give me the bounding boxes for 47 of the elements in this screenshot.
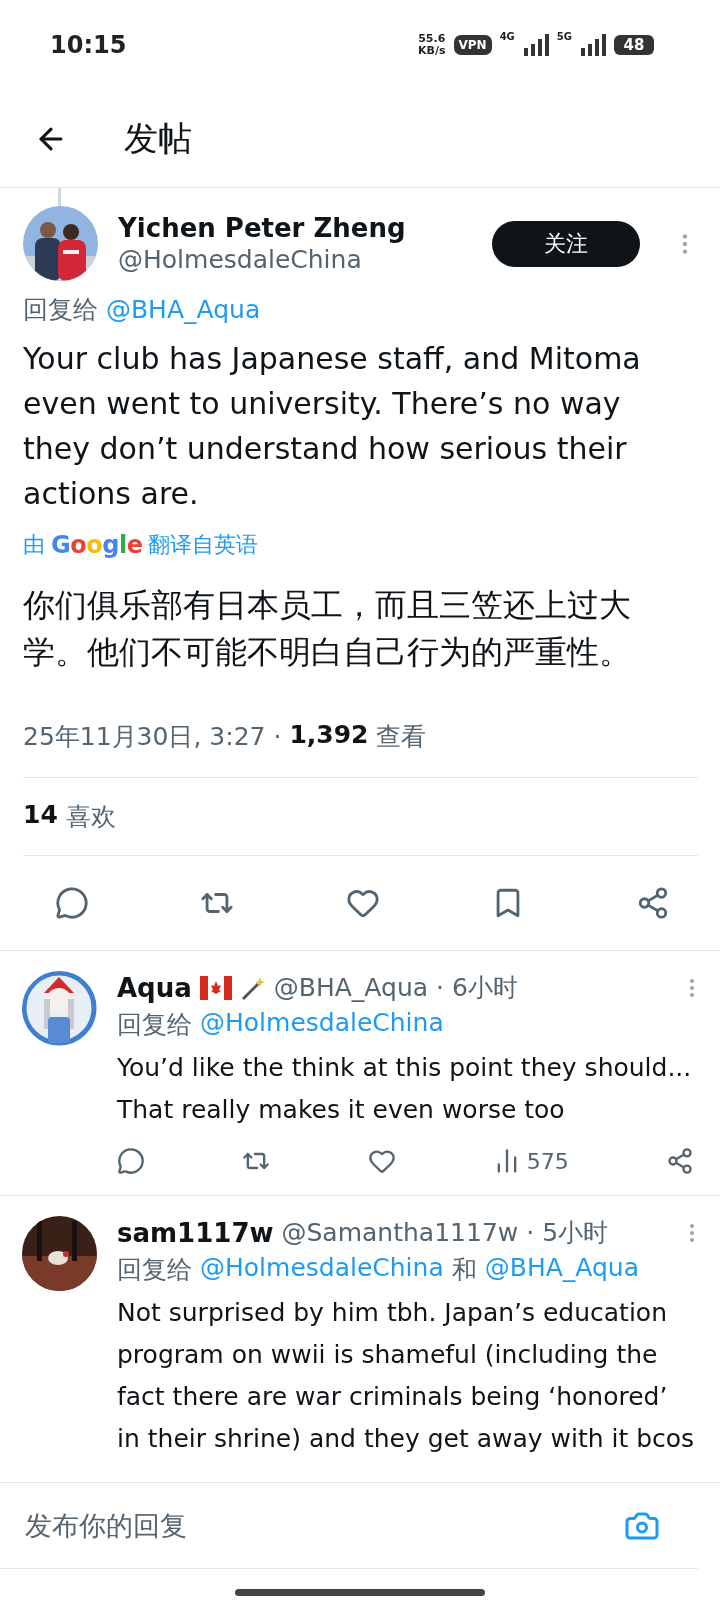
reply-icon[interactable] bbox=[117, 1147, 145, 1175]
share-icon[interactable] bbox=[666, 1147, 694, 1175]
mention-link[interactable]: @HolmesdaleChina bbox=[200, 1253, 444, 1286]
author-handle: @HolmesdaleChina bbox=[118, 245, 363, 274]
reply-author-handle: @BHA_Aqua bbox=[273, 973, 429, 1002]
author-name: Yichen Peter Zheng bbox=[118, 213, 407, 243]
battery-indicator: 48 bbox=[614, 35, 654, 55]
likes-label: 喜欢 bbox=[65, 801, 116, 833]
canada-flag-icon bbox=[199, 975, 232, 1000]
status-time: 10:15 bbox=[50, 31, 127, 59]
mention-link[interactable]: @BHA_Aqua bbox=[105, 295, 261, 324]
google-logo: Google bbox=[51, 531, 143, 559]
reply-author-handle: @Samantha1117w bbox=[281, 1218, 519, 1247]
reply-label: 回复给 bbox=[117, 1254, 192, 1286]
reply-input[interactable]: 发布你的回复 bbox=[23, 1509, 624, 1542]
view-count: 575 bbox=[526, 1148, 569, 1174]
vpn-indicator: VPN bbox=[453, 35, 492, 55]
network-label: 4G bbox=[499, 31, 515, 42]
mention-link[interactable]: @BHA_Aqua bbox=[484, 1253, 639, 1286]
mention-link[interactable]: @HolmesdaleChina bbox=[200, 1008, 444, 1041]
view-count: 1,392 bbox=[289, 720, 369, 751]
views-label: 查看 bbox=[376, 721, 427, 753]
reply-author-name: sam1117w bbox=[117, 1217, 274, 1248]
translation-label[interactable]: 翻译自英语 bbox=[148, 530, 259, 560]
signal-icon bbox=[522, 34, 549, 56]
reply-label: 回复给 bbox=[23, 295, 99, 324]
follow-button[interactable]: 关注 bbox=[492, 220, 640, 267]
page-title: 发帖 bbox=[124, 116, 192, 160]
signal-icon bbox=[580, 34, 606, 56]
reply-time: · 5小时 bbox=[526, 1217, 609, 1249]
reply-text: Not surprised by him tbh. Japan’s education program on wwii is shameful (including the fact there are war criminals being ‘honored’ in their shrine) and they get away with it bcos bbox=[117, 1297, 696, 1455]
conjunction: 和 bbox=[451, 1254, 477, 1286]
reply-label: 回复给 bbox=[117, 1009, 192, 1041]
network-speed: 55.6 KB/s bbox=[418, 33, 446, 57]
translated-text: 你们俱乐部有日本员工，而且三笠还上过大学。他们不可能不明白自己行为的严重性。 bbox=[23, 585, 632, 673]
share-icon[interactable] bbox=[636, 886, 670, 920]
reply-author-name: Aqua bbox=[117, 972, 192, 1003]
heart-icon[interactable] bbox=[367, 1147, 396, 1175]
like-count: 14 bbox=[23, 800, 58, 831]
thread-line bbox=[58, 188, 61, 206]
reply-text: You’d like the think at this point they should... That really makes it even worse too bbox=[117, 1052, 693, 1126]
network-label: 5G bbox=[556, 31, 572, 42]
post-text: Your club has Japanese staff, and Mitoma even went to university. There’s no way they don’t understand how serious their actions are. bbox=[23, 340, 642, 513]
reply-time: · 6小时 bbox=[436, 972, 518, 1004]
reply-icon[interactable] bbox=[55, 886, 89, 920]
post-timestamp: 25年11月30日, 3:27 · bbox=[23, 721, 282, 753]
translation-label: 由 bbox=[23, 531, 45, 559]
